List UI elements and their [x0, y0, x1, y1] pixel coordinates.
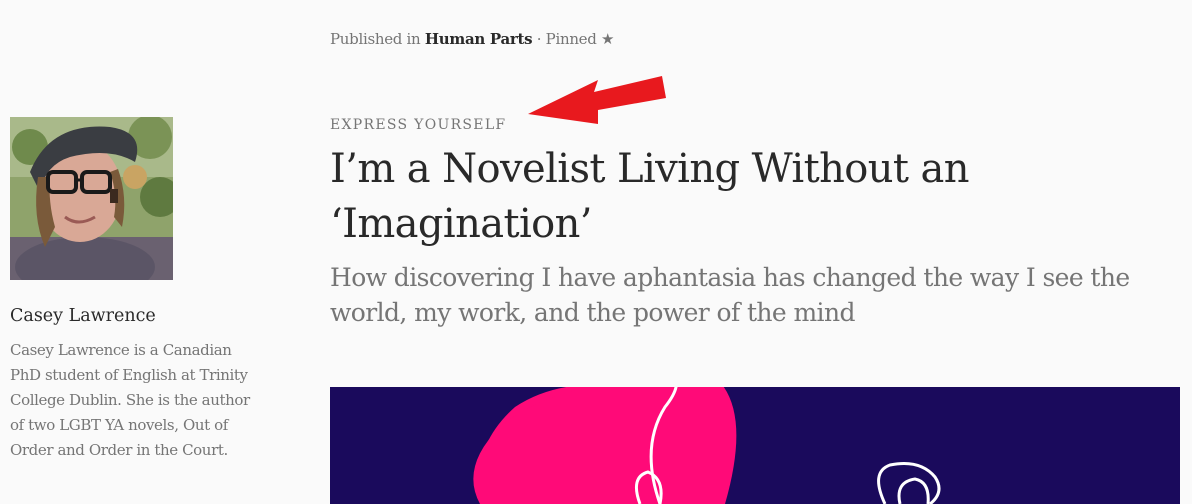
hero-image [330, 387, 1180, 504]
author-sidebar: Casey Lawrence Casey Lawrence is a Canad… [10, 117, 250, 463]
pinned-label: Pinned [545, 30, 597, 48]
article-title: I’m a Novelist Living Without an ‘Imagin… [330, 146, 969, 247]
annotation-arrow-icon [528, 76, 666, 124]
author-avatar[interactable] [10, 117, 173, 280]
article-kicker[interactable]: EXPRESS YOURSELF [330, 117, 506, 133]
separator-dot: · [536, 30, 542, 48]
publication-line: Published in Human Parts · Pinned ★ [330, 30, 614, 48]
hero-illustration [330, 387, 1180, 504]
author-bio: Casey Lawrence is a Canadian PhD student… [10, 341, 250, 459]
author-photo [10, 117, 173, 280]
author-name[interactable]: Casey Lawrence [10, 306, 250, 326]
published-prefix: Published in [330, 30, 421, 48]
publication-link[interactable]: Human Parts [425, 30, 533, 48]
star-icon: ★ [601, 30, 615, 48]
article-subtitle: How discovering I have aphantasia has ch… [330, 263, 1130, 327]
article-page: Casey Lawrence Casey Lawrence is a Canad… [0, 0, 1192, 504]
